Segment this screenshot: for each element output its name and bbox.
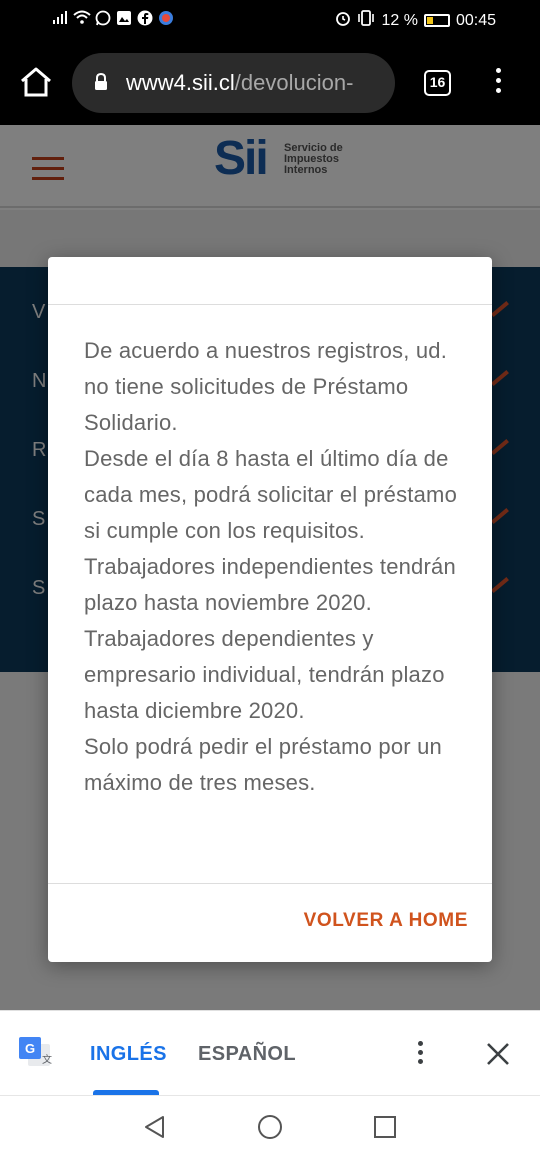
gallery-icon <box>115 10 132 26</box>
tab-ingles[interactable]: INGLÉS <box>90 1043 167 1066</box>
dialog-paragraph: Solo podrá pedir el préstamo por un máxi… <box>84 734 442 795</box>
translate-bar: G文 INGLÉS ESPAÑOL <box>0 1010 540 1095</box>
battery-percent: 12 % <box>381 11 418 29</box>
wifi-icon <box>73 10 91 26</box>
status-bar: 12 % 00:45 <box>0 0 540 40</box>
whatsapp-icon <box>94 10 111 26</box>
more-options-icon[interactable] <box>416 1041 424 1067</box>
dialog-paragraph: De acuerdo a nuestros registros, ud. no … <box>84 338 448 435</box>
url-text: www4.sii.cl/devolucion- <box>126 70 388 96</box>
volver-a-home-button[interactable]: VOLVER A HOME <box>304 910 468 932</box>
status-icons-right: 12 % 00:45 <box>335 10 496 31</box>
svg-text:G: G <box>25 1041 35 1056</box>
system-nav-bar <box>0 1095 540 1156</box>
home-circle-icon[interactable] <box>257 1114 283 1140</box>
dialog-header <box>48 257 492 305</box>
dialog-paragraph: Desde el día 8 hasta el último día de ca… <box>84 446 458 543</box>
url-path: /devolucion- <box>234 70 354 95</box>
back-icon[interactable] <box>142 1114 168 1140</box>
signal-icon <box>52 10 69 26</box>
dialog-message: De acuerdo a nuestros registros, ud. no … <box>84 333 464 801</box>
google-translate-icon[interactable]: G文 <box>18 1036 52 1070</box>
tab-espanol[interactable]: ESPAÑOL <box>198 1043 296 1066</box>
url-host: www4.sii.cl <box>126 70 235 95</box>
dialog-footer: VOLVER A HOME <box>48 883 492 962</box>
browser-toolbar: www4.sii.cl/devolucion- 16 <box>0 40 540 125</box>
info-dialog: De acuerdo a nuestros registros, ud. no … <box>48 257 492 962</box>
svg-text:文: 文 <box>42 1053 52 1066</box>
browser-menu-icon[interactable] <box>490 68 506 98</box>
dialog-paragraph: Trabajadores independientes tendrán plaz… <box>84 554 456 723</box>
address-bar[interactable]: www4.sii.cl/devolucion- <box>72 53 395 113</box>
battery-icon <box>423 14 450 27</box>
status-icons-left <box>52 10 174 26</box>
vibrate-icon <box>357 10 375 31</box>
tab-switcher-button[interactable]: 16 <box>424 70 451 96</box>
clock: 00:45 <box>455 11 496 29</box>
home-icon[interactable] <box>18 64 54 100</box>
recent-apps-icon[interactable] <box>373 1115 397 1139</box>
app-notification-icon <box>157 10 174 26</box>
alarm-icon <box>335 10 351 31</box>
lock-icon <box>94 72 108 91</box>
close-icon[interactable] <box>485 1041 511 1067</box>
facebook-icon <box>136 10 153 26</box>
